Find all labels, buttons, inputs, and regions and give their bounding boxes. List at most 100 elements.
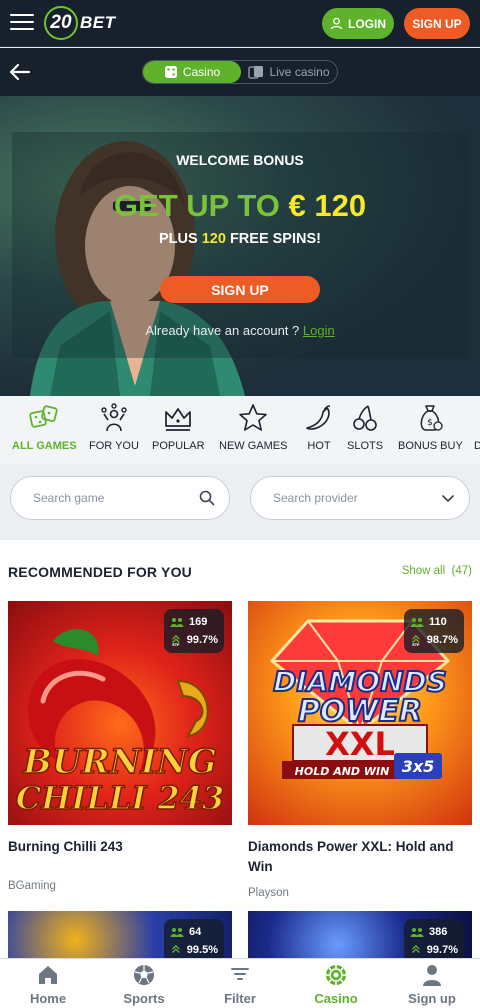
nav-label: Home bbox=[29, 991, 67, 1006]
home-icon bbox=[39, 966, 57, 984]
juggler-icon bbox=[101, 403, 127, 432]
svg-text:$: $ bbox=[428, 418, 434, 428]
nav-label: Sports bbox=[123, 991, 165, 1006]
top-header: 20 BET LOGIN SIGN UP bbox=[0, 0, 480, 47]
category-new-games[interactable]: NEW GAMES bbox=[219, 402, 287, 452]
game-card-row2-left[interactable]: 64 99.5% bbox=[8, 911, 232, 959]
bonus-amount: GET UP TO € 120 bbox=[0, 188, 480, 224]
crown-icon bbox=[165, 408, 192, 431]
rtp-icon: RTP bbox=[412, 634, 420, 647]
players-count: 110 bbox=[429, 616, 447, 628]
category-bar: ALL GAMES FOR YOU POPULAR NEW GAMES HOT … bbox=[0, 396, 480, 464]
recommended-section: RECOMMENDED FOR YOU Show all (47) BURNIN… bbox=[0, 540, 480, 960]
category-popular[interactable]: POPULAR bbox=[152, 402, 205, 452]
game-card-burning-chilli[interactable]: BURNING CHILLI 243 169 RTP 99.7% Burning… bbox=[8, 601, 232, 892]
free-spins-label: FREE SPINS! bbox=[229, 231, 321, 247]
chili-icon bbox=[306, 405, 331, 430]
search-bar bbox=[0, 464, 480, 538]
search-provider-input[interactable] bbox=[273, 491, 423, 505]
free-spins-text: PLUS 120 FREE SPINS! bbox=[0, 231, 480, 247]
category-hot[interactable]: HOT bbox=[303, 402, 335, 452]
dice-icon bbox=[164, 66, 177, 78]
user-icon bbox=[423, 965, 441, 986]
nav-casino[interactable]: Casino bbox=[288, 963, 384, 1006]
players-icon bbox=[410, 927, 424, 937]
cherries-icon bbox=[353, 405, 377, 431]
game-provider: BGaming bbox=[8, 880, 56, 892]
nav-label: Casino bbox=[314, 991, 358, 1006]
bottom-navigation: Home Sports Filter Casino Sign up bbox=[0, 958, 480, 1008]
signup-button[interactable]: SIGN UP bbox=[404, 8, 470, 39]
players-count: 64 bbox=[189, 926, 202, 938]
rtp-value: 98.7% bbox=[426, 634, 458, 646]
casino-toggle: Casino Live casino bbox=[142, 60, 338, 84]
show-all-link[interactable]: Show all (47) bbox=[402, 565, 472, 577]
hero-signup-button[interactable]: SIGN UP bbox=[160, 276, 320, 303]
tab-live-casino[interactable]: Live casino bbox=[241, 61, 337, 83]
login-link[interactable]: Login bbox=[303, 323, 335, 338]
players-icon bbox=[170, 617, 184, 627]
search-provider-field[interactable] bbox=[250, 476, 470, 520]
tab-casino[interactable]: Casino bbox=[143, 61, 241, 83]
amount-text: € 120 bbox=[288, 188, 367, 223]
nav-label: Filter bbox=[224, 991, 256, 1006]
get-up-to-text: GET UP TO bbox=[113, 188, 280, 223]
category-label: FOR YOU bbox=[89, 440, 139, 452]
category-all-games[interactable]: ALL GAMES bbox=[12, 402, 77, 452]
sub-header: Casino Live casino bbox=[0, 48, 480, 96]
logo-text: BET bbox=[80, 13, 116, 32]
login-button[interactable]: LOGIN bbox=[322, 8, 394, 39]
players-icon bbox=[410, 617, 424, 627]
game-name[interactable]: Diamonds Power XXL: Hold and Win bbox=[248, 837, 472, 877]
game-thumbnail[interactable]: BURNING CHILLI 243 169 RTP 99.7% bbox=[8, 601, 232, 825]
search-game-field[interactable] bbox=[10, 476, 230, 520]
search-icon[interactable] bbox=[199, 490, 215, 506]
logo-number: 20 bbox=[44, 6, 78, 40]
filter-icon bbox=[231, 968, 249, 980]
soccer-ball-icon bbox=[134, 965, 154, 985]
nav-label: Sign up bbox=[408, 991, 456, 1006]
game-stats-badge: 169 RTP 99.7% bbox=[164, 609, 224, 653]
category-label: POPULAR bbox=[152, 440, 205, 452]
game-thumbnail[interactable]: DIAMONDS POWER XXL HOLD AND WIN 3x5 110 … bbox=[248, 601, 472, 825]
chevron-down-icon[interactable] bbox=[441, 491, 455, 505]
menu-icon[interactable] bbox=[10, 12, 34, 32]
category-more[interactable]: D bbox=[474, 402, 480, 452]
show-all-count: (47) bbox=[451, 565, 472, 577]
casino-chip-icon bbox=[326, 965, 346, 985]
nav-filter[interactable]: Filter bbox=[192, 963, 288, 1006]
game-name[interactable]: Burning Chilli 243 bbox=[8, 837, 232, 857]
players-count: 169 bbox=[189, 616, 208, 628]
logo[interactable]: 20 BET bbox=[44, 6, 116, 40]
players-count: 386 bbox=[429, 926, 448, 938]
category-slots[interactable]: SLOTS bbox=[347, 402, 383, 452]
plus-text: PLUS bbox=[159, 231, 198, 247]
search-game-input[interactable] bbox=[33, 491, 183, 505]
account-prompt: Already have an account ? Login bbox=[0, 323, 480, 338]
star-icon bbox=[239, 404, 268, 431]
players-icon bbox=[170, 927, 184, 937]
show-all-label: Show all bbox=[401, 565, 446, 577]
bonus-heading: WELCOME BONUS bbox=[176, 152, 304, 168]
dice-icon bbox=[29, 405, 58, 428]
category-bonus-buy[interactable]: $ BONUS BUY bbox=[398, 402, 463, 452]
thumb-title-chilli: CHILLI 243 bbox=[16, 779, 225, 817]
back-arrow-icon[interactable] bbox=[8, 62, 32, 82]
game-provider: Playson bbox=[248, 887, 289, 899]
nav-sports[interactable]: Sports bbox=[96, 963, 192, 1006]
category-label: HOT bbox=[307, 440, 331, 452]
rtp-value: 99.7% bbox=[426, 944, 458, 956]
game-card-diamonds-power[interactable]: DIAMONDS POWER XXL HOLD AND WIN 3x5 110 … bbox=[248, 601, 472, 899]
rtp-icon bbox=[412, 944, 420, 954]
user-icon bbox=[330, 17, 343, 30]
category-for-you[interactable]: FOR YOU bbox=[89, 402, 139, 452]
nav-sign-up[interactable]: Sign up bbox=[384, 963, 480, 1006]
game-card-row2-right[interactable]: 386 99.7% bbox=[248, 911, 472, 959]
tab-casino-label: Casino bbox=[182, 65, 221, 79]
rtp-value: 99.7% bbox=[186, 634, 218, 646]
category-label: NEW GAMES bbox=[219, 440, 288, 452]
nav-home[interactable]: Home bbox=[0, 963, 96, 1006]
category-label: ALL GAMES bbox=[12, 440, 77, 452]
category-label: BONUS BUY bbox=[398, 440, 463, 452]
rtp-tag: RTP bbox=[172, 643, 180, 647]
